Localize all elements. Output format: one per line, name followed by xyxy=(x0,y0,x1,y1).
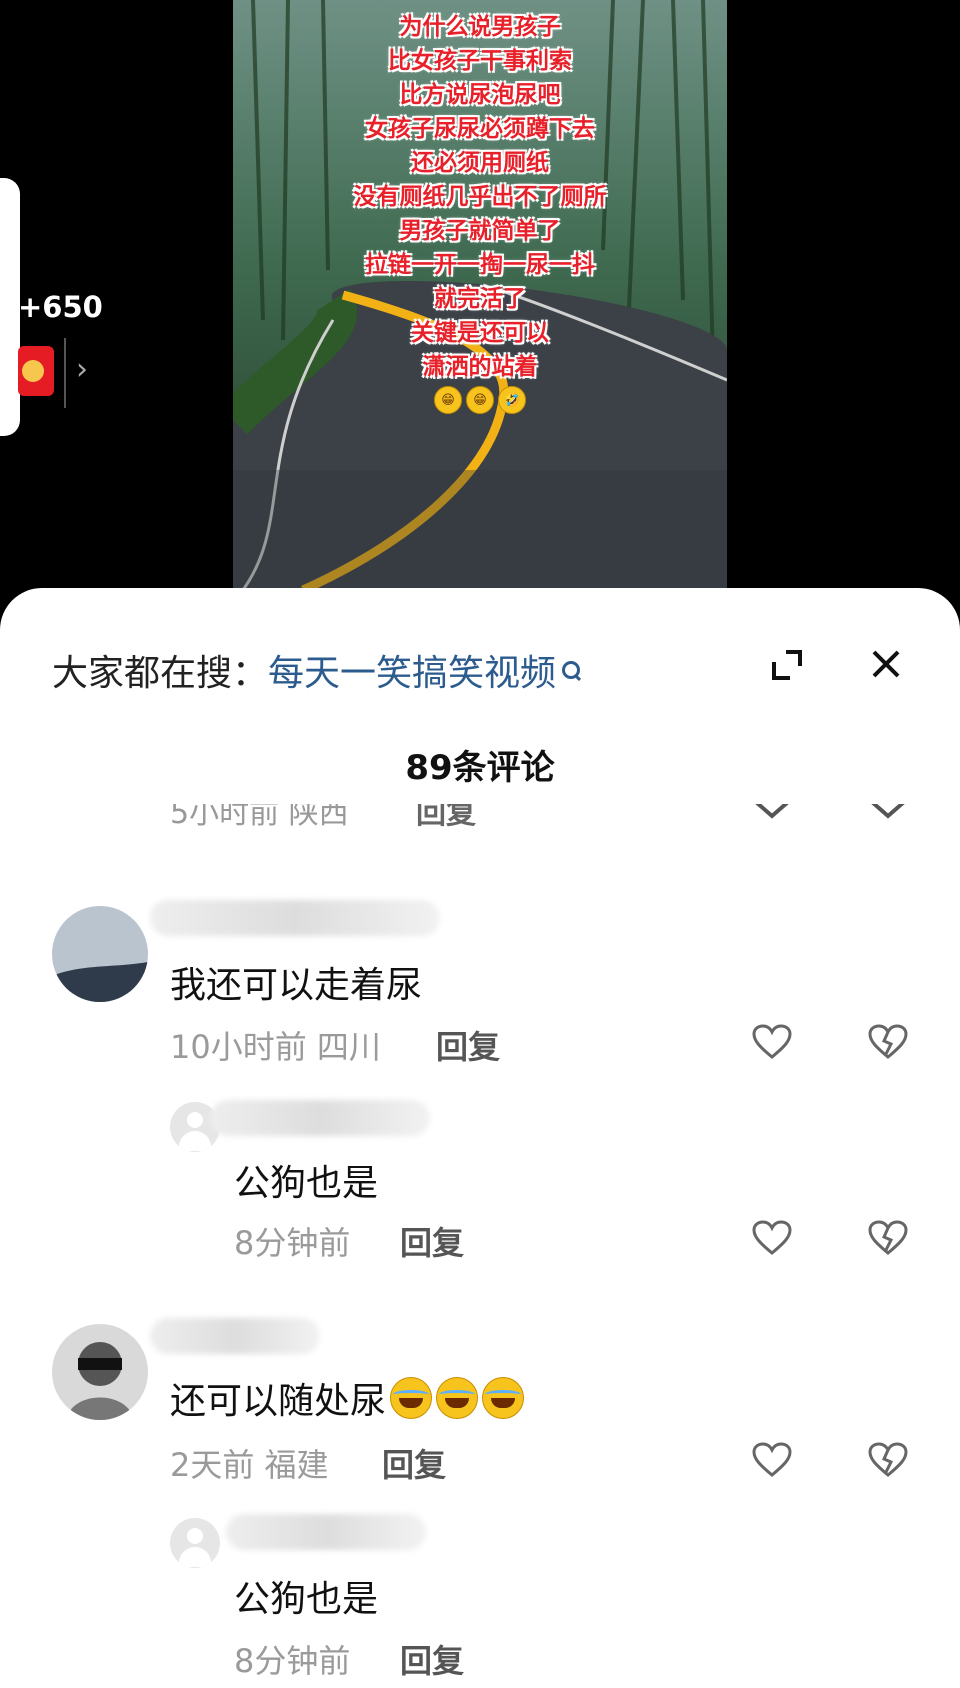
caption-line: 就完活了 xyxy=(434,286,526,312)
heart-icon[interactable] xyxy=(752,1442,792,1478)
comment-time: 8分钟前 xyxy=(234,1642,351,1680)
caption-line: 没有厕纸几乎出不了厕所 xyxy=(353,184,607,210)
caption-line: 关键是还可以 xyxy=(411,320,549,346)
close-icon[interactable] xyxy=(870,648,902,680)
caption-line: 拉链一开一掏一尿一抖 xyxy=(365,252,595,278)
comment-time: 2天前 xyxy=(170,1446,255,1484)
laughing-emoji-icon xyxy=(390,1377,433,1419)
avatar[interactable] xyxy=(52,906,148,1002)
red-packet-icon[interactable] xyxy=(18,346,54,396)
avatar[interactable] xyxy=(170,1518,220,1568)
comment-location: 福建 xyxy=(264,1446,329,1484)
caption-line: 潇洒的站着 xyxy=(422,354,538,380)
caption-emojis: 😁 😁 🤣 xyxy=(233,386,727,414)
trending-search[interactable]: 大家都在搜：每天一笑搞笑视频 xyxy=(52,644,581,696)
search-prefix: 大家都在搜： xyxy=(52,653,269,694)
grin-emoji-icon: 😁 xyxy=(466,386,494,414)
comment-text: 我还可以走着尿 xyxy=(170,965,423,1006)
caption-line: 比方说尿泡尿吧 xyxy=(399,82,561,108)
chevron-right-icon[interactable]: › xyxy=(76,352,88,387)
video-frame[interactable]: 为什么说男孩子 比女孩子干事利索 比方说尿泡尿吧 女孩子尿尿必须蹲下去 还必须用… xyxy=(233,0,727,590)
reply-button[interactable]: 回复 xyxy=(416,804,476,828)
heart-icon[interactable] xyxy=(752,1220,792,1256)
laughing-emoji-icon xyxy=(436,1377,479,1419)
avatar[interactable] xyxy=(52,1324,148,1420)
chevron-down-icon xyxy=(871,804,905,819)
heart-icon[interactable] xyxy=(752,1024,792,1060)
broken-heart-icon[interactable] xyxy=(868,1220,908,1256)
comment-time: 8分钟前 xyxy=(234,1224,351,1262)
caption-line: 为什么说男孩子 xyxy=(399,14,561,40)
laughing-emoji-icon xyxy=(482,1377,525,1419)
video-player[interactable]: 为什么说男孩子 比女孩子干事利索 比方说尿泡尿吧 女孩子尿尿必须蹲下去 还必须用… xyxy=(0,0,960,600)
comment-count-title: 89条评论 xyxy=(405,748,555,788)
broken-heart-icon[interactable] xyxy=(868,1024,908,1060)
comment-meta: 5小时前 陕西 xyxy=(170,804,349,828)
reply-button[interactable]: 回复 xyxy=(400,1636,464,1682)
side-panel-card[interactable] xyxy=(0,178,20,436)
chevron-down-icon xyxy=(755,804,789,819)
comment-meta: 10小时前 四川 xyxy=(170,1022,381,1068)
search-icon[interactable] xyxy=(562,661,581,679)
comment-text: 公狗也是 xyxy=(234,1163,379,1204)
comment-text: 还可以随处尿 xyxy=(170,1372,525,1424)
reply-button[interactable]: 回复 xyxy=(400,1218,464,1264)
caption-line: 比女孩子干事利索 xyxy=(388,48,572,74)
reply-button[interactable]: 回复 xyxy=(436,1022,500,1068)
broken-heart-icon[interactable] xyxy=(868,1442,908,1478)
username-blurred xyxy=(150,900,440,936)
caption-line: 还必须用厕纸 xyxy=(411,150,549,176)
expand-icon[interactable] xyxy=(770,648,804,682)
video-caption: 为什么说男孩子 比女孩子干事利索 比方说尿泡尿吧 女孩子尿尿必须蹲下去 还必须用… xyxy=(233,10,727,414)
coin-reward-count: +650 xyxy=(18,290,103,324)
caption-line: 女孩子尿尿必须蹲下去 xyxy=(365,116,595,142)
username-blurred xyxy=(150,1318,320,1354)
grin-emoji-icon: 😁 xyxy=(434,386,462,414)
rofl-emoji-icon: 🤣 xyxy=(498,386,526,414)
comment-sheet: 大家都在搜：每天一笑搞笑视频 89条评论 5小时前 陕西 回复 我还可以走着尿 … xyxy=(0,588,960,1688)
username-blurred xyxy=(226,1514,426,1550)
caption-line: 男孩子就简单了 xyxy=(399,218,561,244)
comment-location: 四川 xyxy=(316,1028,381,1066)
username-blurred xyxy=(210,1100,430,1136)
comment-time: 10小时前 xyxy=(170,1028,307,1066)
comment-text: 公狗也是 xyxy=(234,1579,379,1620)
clipped-comment-row: 5小时前 陕西 回复 xyxy=(0,804,960,828)
reply-button[interactable]: 回复 xyxy=(382,1440,446,1486)
search-link[interactable]: 每天一笑搞笑视频 xyxy=(268,653,556,694)
divider xyxy=(64,338,66,408)
comment-meta: 2天前 福建 xyxy=(170,1440,329,1486)
